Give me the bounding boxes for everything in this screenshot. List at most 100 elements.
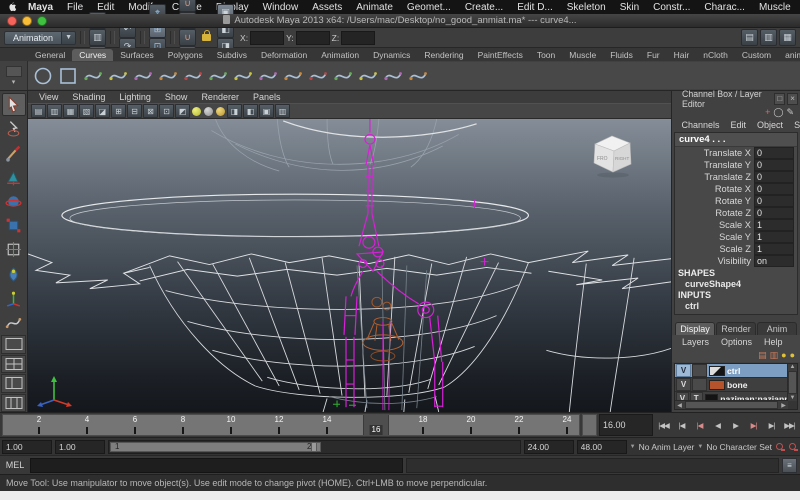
- apple-menu-icon[interactable]: [8, 2, 17, 13]
- scroll-down-icon[interactable]: ▼: [790, 395, 796, 401]
- viewport-menu-shading[interactable]: Shading: [65, 92, 112, 102]
- channel-box-menu-object[interactable]: Object: [752, 120, 789, 130]
- layer-visibility-toggle[interactable]: V: [676, 364, 691, 377]
- arc-tool-icon[interactable]: [181, 64, 205, 88]
- show-manipulator-tool[interactable]: [2, 287, 26, 310]
- layer-visibility-toggle[interactable]: V: [676, 378, 691, 391]
- shelf-tab-fluids[interactable]: Fluids: [603, 49, 640, 61]
- scale-tool[interactable]: [2, 214, 26, 237]
- menu-assets[interactable]: Assets: [305, 2, 349, 13]
- menu-window[interactable]: Window: [256, 2, 306, 13]
- current-frame-marker[interactable]: 16: [363, 415, 389, 435]
- menu-animate[interactable]: Animate: [349, 2, 400, 13]
- go-to-start-button[interactable]: |◀◀: [655, 417, 672, 433]
- nurbs-circle-icon[interactable]: [31, 64, 55, 88]
- insert-knot-icon[interactable]: [331, 64, 355, 88]
- layout-single-pane-button[interactable]: [1, 335, 26, 353]
- channel-value[interactable]: 0: [754, 159, 794, 171]
- offset-curve-icon[interactable]: [231, 64, 255, 88]
- play-backwards-button[interactable]: ◀: [709, 417, 726, 433]
- curve-fillet-icon[interactable]: [406, 64, 430, 88]
- titlebar[interactable]: Autodesk Maya 2013 x64: /Users/mac/Deskt…: [0, 14, 800, 28]
- layer-editor-tab-display[interactable]: Display: [675, 322, 715, 335]
- rebuild-curve-icon[interactable]: [381, 64, 405, 88]
- channel-box-menu-edit[interactable]: Edit: [725, 120, 752, 130]
- channel-row-scale-y[interactable]: Scale Y1: [675, 231, 797, 243]
- open-scene-icon[interactable]: ▥: [89, 29, 106, 46]
- menu-file[interactable]: File: [60, 2, 90, 13]
- viewport-menu-view[interactable]: View: [32, 92, 65, 102]
- layer-row-bone[interactable]: Vbone: [675, 378, 788, 392]
- edit-channel-icon[interactable]: ✎: [786, 107, 794, 117]
- extend-curve-icon[interactable]: [356, 64, 380, 88]
- menu-set-dropdown[interactable]: Animation ▼: [4, 31, 76, 45]
- step-back-frame-button[interactable]: |◀: [673, 417, 690, 433]
- shelf-tab-fur[interactable]: Fur: [640, 49, 667, 61]
- shelf-tab-curves[interactable]: Curves: [72, 49, 113, 61]
- divider[interactable]: [140, 31, 145, 44]
- menu-edit-d[interactable]: Edit D...: [510, 2, 560, 13]
- bezier-curve-icon[interactable]: [131, 64, 155, 88]
- shelf-tab-toon[interactable]: Toon: [530, 49, 562, 61]
- lock-icon[interactable]: [202, 34, 211, 41]
- shelf-collapse-control[interactable]: ▾: [0, 61, 28, 90]
- shaded-mode-icon[interactable]: ⊟: [127, 104, 142, 118]
- wireframe-mode-icon[interactable]: ⊞: [111, 104, 126, 118]
- snap-to-point-icon[interactable]: ∪: [179, 29, 196, 46]
- object-name[interactable]: curve4 . . .: [675, 133, 797, 147]
- channel-row-rotate-y[interactable]: Rotate Y0: [675, 195, 797, 207]
- open-close-curve-icon[interactable]: [306, 64, 330, 88]
- current-time-field[interactable]: [599, 414, 653, 436]
- channel-value[interactable]: 0: [754, 171, 794, 183]
- layer-editor-menu-layers[interactable]: Layers: [676, 337, 715, 347]
- universal-manipulator-tool[interactable]: [2, 238, 26, 261]
- soft-modification-tool[interactable]: [2, 263, 26, 286]
- view-cube[interactable]: FRO RIGHT: [587, 131, 637, 179]
- copy-tab-icon[interactable]: □: [774, 93, 785, 105]
- add-layer-from-selection-icon[interactable]: ●: [790, 350, 795, 360]
- show-tool-settings-icon[interactable]: ▥: [760, 29, 777, 46]
- channel-value[interactable]: 0: [754, 207, 794, 219]
- viewport-menu-panels[interactable]: Panels: [246, 92, 288, 102]
- viewport-menu-lighting[interactable]: Lighting: [112, 92, 158, 102]
- shelf-tab-muscle[interactable]: Muscle: [562, 49, 603, 61]
- lasso-select-tool[interactable]: [2, 117, 26, 140]
- layer-type-toggle[interactable]: [692, 364, 707, 377]
- attach-curve-icon[interactable]: [256, 64, 280, 88]
- channel-row-translate-z[interactable]: Translate Z0: [675, 171, 797, 183]
- menu-muscle[interactable]: Muscle: [752, 2, 798, 13]
- image-plane-icon[interactable]: ◪: [95, 104, 110, 118]
- go-to-end-button[interactable]: ▶▶|: [781, 417, 798, 433]
- channel-row-rotate-x[interactable]: Rotate X0: [675, 183, 797, 195]
- channel-value[interactable]: 0: [754, 183, 794, 195]
- menu-constr[interactable]: Constr...: [646, 2, 697, 13]
- lock-camera-icon[interactable]: ▥: [47, 104, 62, 118]
- scroll-right-icon[interactable]: ▶: [779, 402, 788, 409]
- shelf-tab-dynamics[interactable]: Dynamics: [366, 49, 417, 61]
- channel-value[interactable]: 0: [754, 147, 794, 159]
- menu-edit[interactable]: Edit: [90, 2, 121, 13]
- shelf-tab-deformation[interactable]: Deformation: [254, 49, 314, 61]
- snap-to-grid-icon[interactable]: ∪: [179, 0, 196, 12]
- detach-curve-icon[interactable]: [281, 64, 305, 88]
- divider[interactable]: [80, 31, 85, 44]
- channel-value[interactable]: 1: [754, 219, 794, 231]
- cv-curve-icon[interactable]: [81, 64, 105, 88]
- show-channel-box-icon[interactable]: ▦: [779, 29, 796, 46]
- play-forwards-button[interactable]: ▶: [727, 417, 744, 433]
- menu-skeleton[interactable]: Skeleton: [560, 2, 613, 13]
- ep-curve-icon[interactable]: [106, 64, 130, 88]
- default-material-ball[interactable]: [192, 107, 201, 116]
- close-window-button[interactable]: [7, 16, 17, 26]
- shelf-tab-animation[interactable]: Animation: [314, 49, 366, 61]
- close-panel-icon[interactable]: ×: [787, 93, 798, 105]
- shelf-tab-animamu[interactable]: animamu: [778, 49, 800, 61]
- no-texture-ball[interactable]: [204, 107, 213, 116]
- isolate-select-icon[interactable]: ◨: [227, 104, 242, 118]
- textured-mode-icon[interactable]: ⊠: [143, 104, 158, 118]
- y-input[interactable]: [296, 31, 330, 45]
- bookmarks-icon[interactable]: ▧: [79, 104, 94, 118]
- layer-editor-menu-options[interactable]: Options: [715, 337, 758, 347]
- pencil-curve-icon[interactable]: [156, 64, 180, 88]
- layer-editor-tab-anim[interactable]: Anim: [757, 322, 797, 335]
